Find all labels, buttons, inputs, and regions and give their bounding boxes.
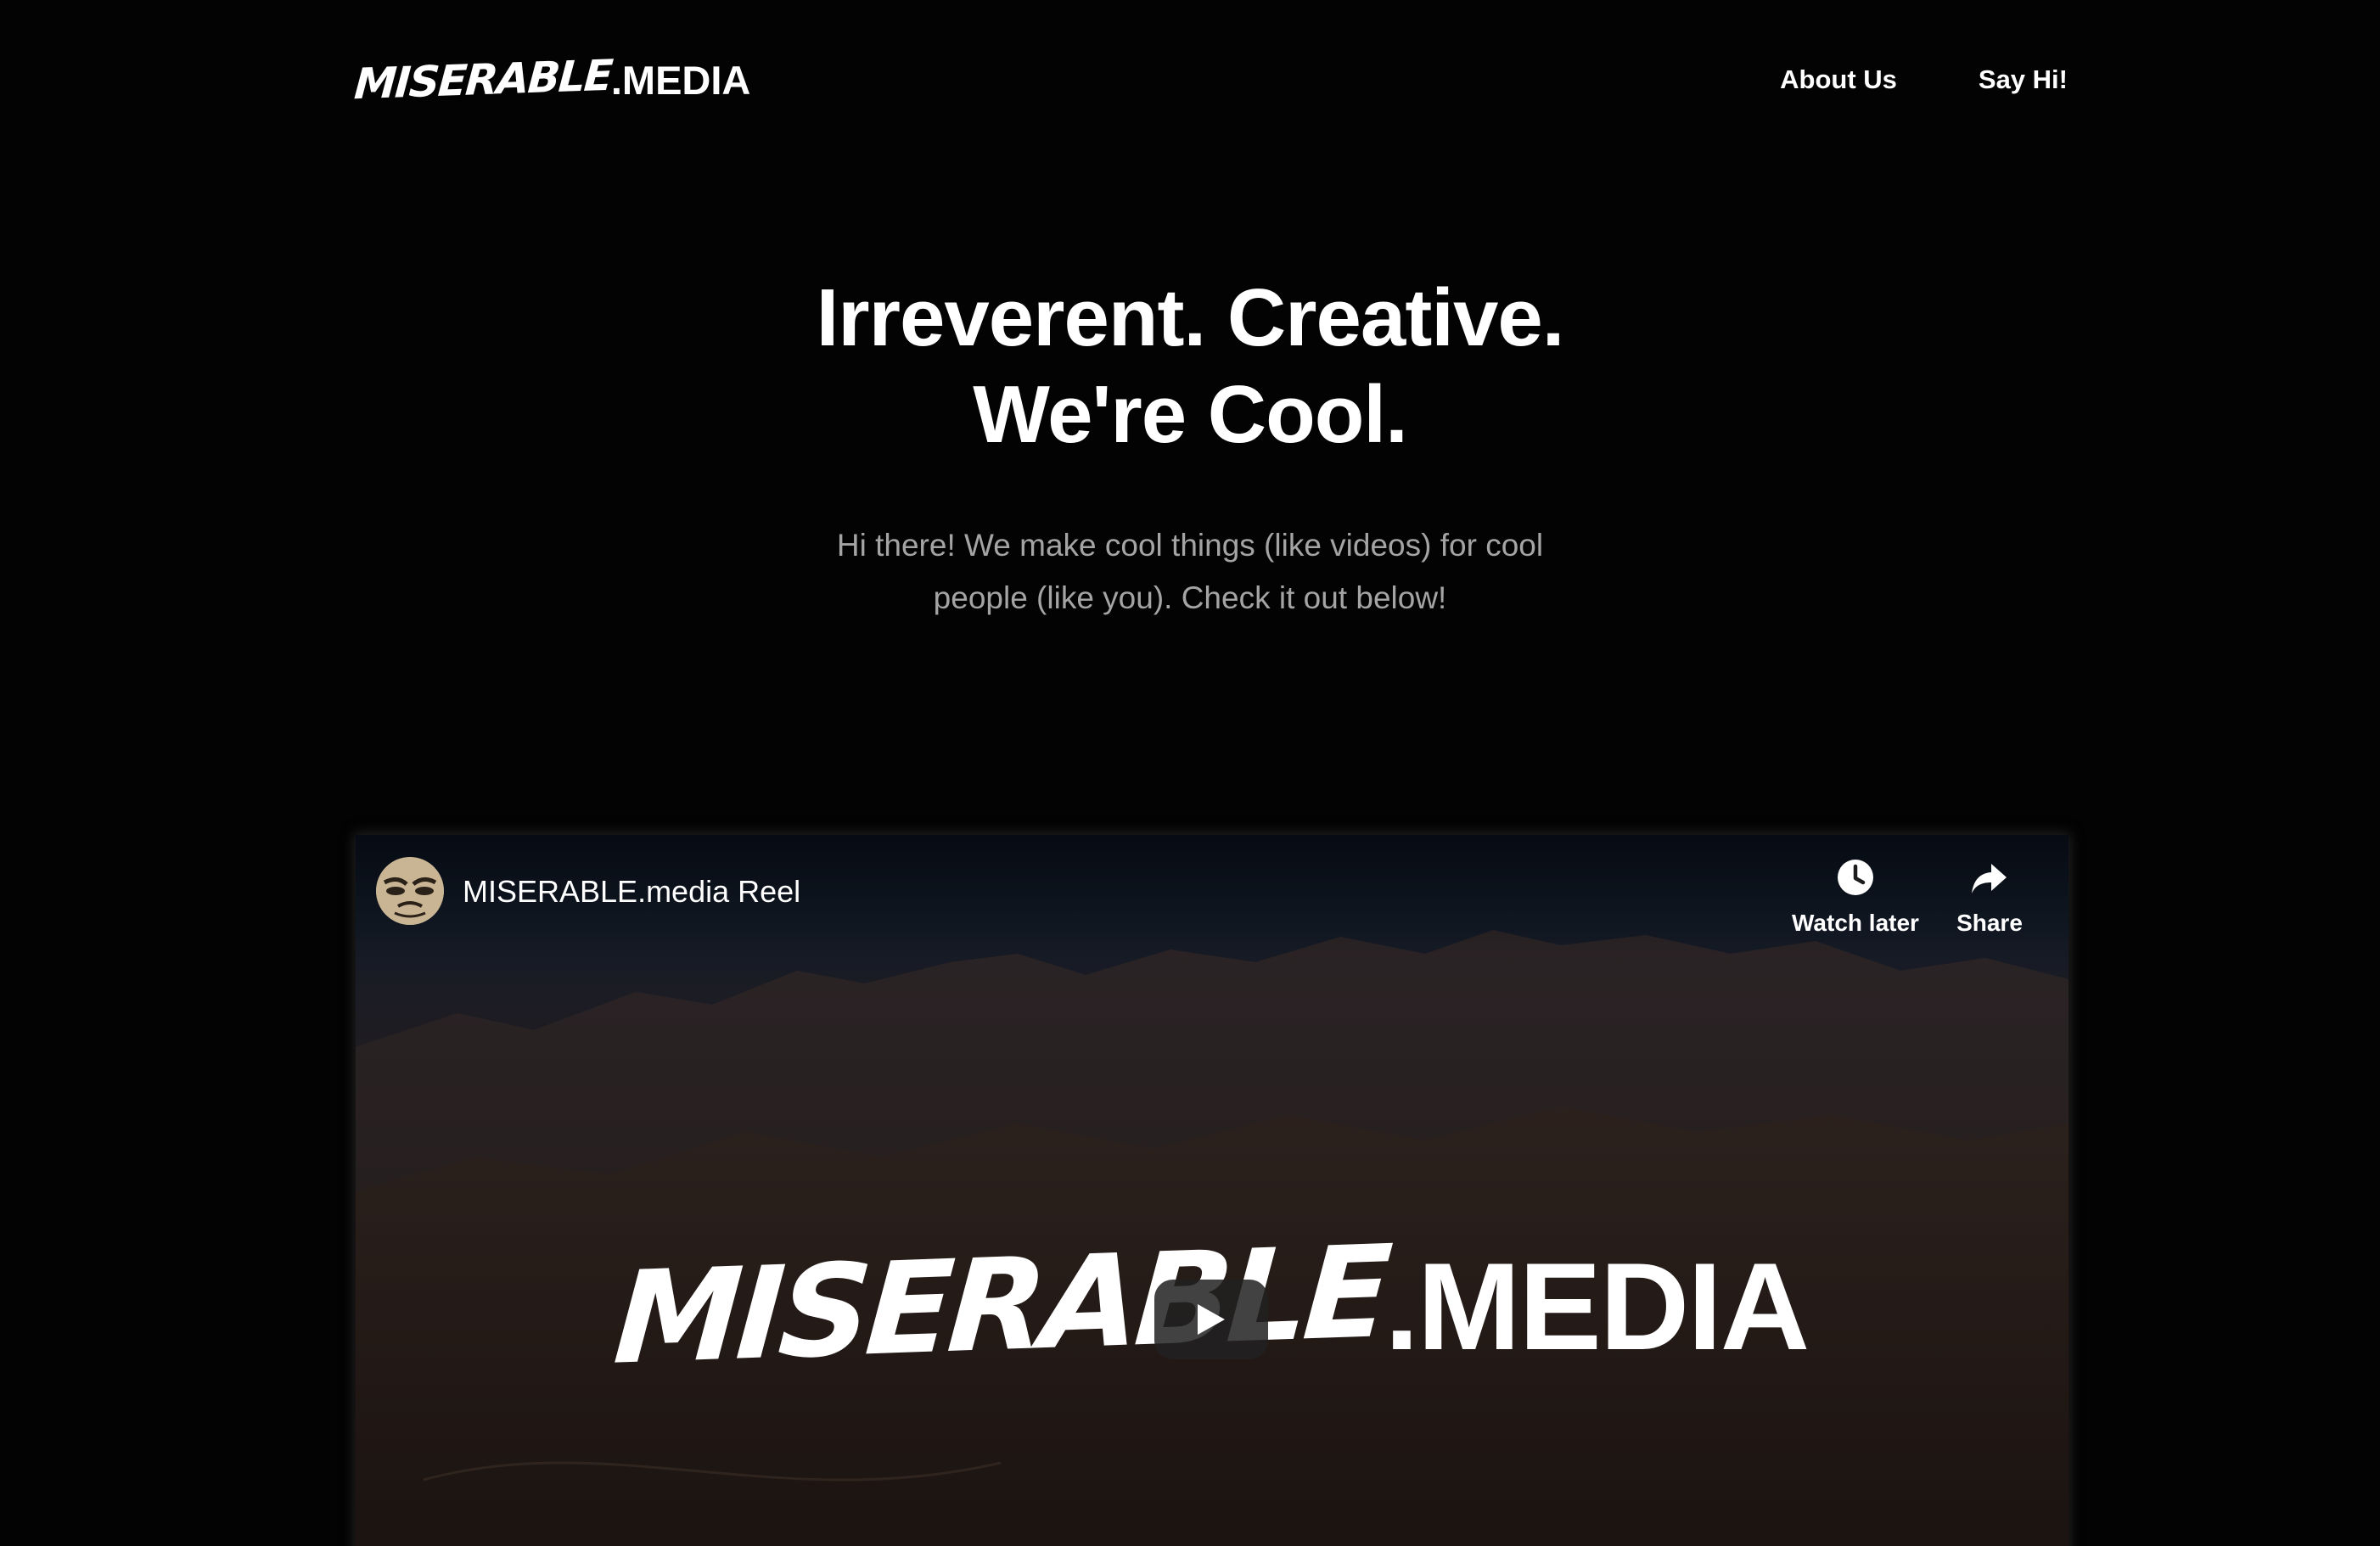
watch-later-button[interactable]: Watch later (1792, 857, 1919, 937)
nav-links: About Us Say Hi! (1780, 49, 2068, 110)
channel-avatar[interactable] (376, 857, 444, 925)
play-button[interactable] (1154, 1280, 1268, 1359)
share-arrow-icon (1972, 864, 2007, 893)
nav-say-hi-link[interactable]: Say Hi! (1979, 64, 2068, 95)
video-embed[interactable]: MISERABLE.media Reel Watch later Share M… (356, 835, 2068, 1546)
hero-subtext: Hi there! We make cool things (like vide… (836, 528, 1544, 615)
watch-later-label: Watch later (1792, 910, 1919, 936)
site-header: MISERABLE .MEDIA About Us Say Hi! (352, 49, 2068, 110)
share-button[interactable]: Share (1943, 857, 2036, 937)
play-icon (1198, 1304, 1225, 1335)
logo-domain-text: .MEDIA (610, 57, 751, 103)
headline-line-1: Irreverent. Creative. (816, 272, 1565, 363)
channel-avatar-face-icon (376, 857, 444, 925)
hero-headline: Irreverent. Creative. We're Cool. (0, 270, 2380, 463)
video-logo-brush-text: MISERABLE (609, 1218, 1391, 1393)
headline-line-2: We're Cool. (973, 369, 1407, 460)
site-logo[interactable]: MISERABLE .MEDIA (352, 49, 751, 110)
video-title[interactable]: MISERABLE.media Reel (463, 874, 800, 910)
clock-icon (1838, 860, 1873, 895)
share-label: Share (1956, 910, 2023, 936)
hero-section: Irreverent. Creative. We're Cool. Hi the… (0, 270, 2380, 625)
logo-brush-text: MISERABLE (352, 50, 614, 109)
video-logo-domain-text: .MEDIA (1384, 1237, 1810, 1375)
nav-about-us-link[interactable]: About Us (1780, 64, 1897, 95)
page: MISERABLE .MEDIA About Us Say Hi! Irreve… (0, 0, 2380, 1546)
